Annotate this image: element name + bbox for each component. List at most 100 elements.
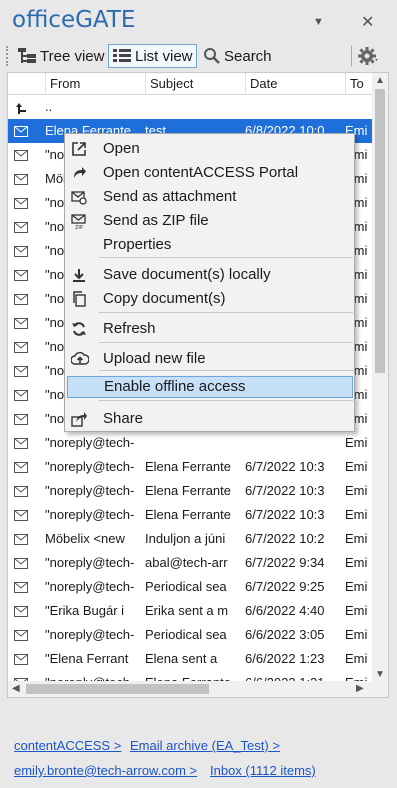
cell-to: Emi [345,555,368,570]
search-button[interactable]: Search [200,44,275,68]
tree-view-icon [18,48,36,63]
search-label: Search [224,47,272,65]
cell-from: "noreply@tech- [45,483,135,498]
mail-attachment-icon [71,189,87,205]
menu-item-copy-document-s[interactable]: Copy document(s) [67,288,353,310]
app-title: officeGATE [12,7,136,33]
table-row[interactable]: Möbelix <new Induljon a júni 6/7/2022 10:2… [8,527,374,551]
breadcrumb-mailbox[interactable]: emily.bronte@tech-arrow.com > [14,763,197,778]
pane-menu-button[interactable]: ▼ [313,16,324,28]
table-row[interactable]: "noreply@tech- Elena Ferrante 6/7/2022 10:… [8,479,374,503]
tree-view-label: Tree view [40,47,105,65]
vertical-scroll-thumb[interactable] [375,89,385,373]
cell-subject: abal@tech-arr [145,555,228,570]
breadcrumb-email-archive[interactable]: Email archive (EA_Test) > [130,738,280,753]
mail-icon [12,623,30,647]
cell-subject: Elena sent a [145,651,218,666]
toolbar: Tree view List view Search [0,42,397,70]
cell-date: 6/7/2022 10:3 [245,459,325,474]
scroll-up-icon[interactable]: ▲ [375,75,385,86]
mail-icon [12,383,30,407]
horizontal-scroll-thumb[interactable] [26,684,209,694]
cell-date: 6/7/2022 9:25 [245,579,325,594]
menu-item-label: Open [103,140,140,157]
list-view-label: List view [135,47,193,65]
header-icon-column[interactable] [8,73,45,95]
menu-separator [99,312,353,313]
table-row[interactable]: "noreply@tech-abal@tech-arr 6/7/2022 9:34… [8,551,374,575]
cell-to: Emi [345,579,368,594]
table-row[interactable]: "noreply@tech- Periodical sea 6/6/2022 3:0… [8,623,374,647]
svg-text:ZIP: ZIP [75,225,83,229]
header-subject[interactable]: Subject [145,73,245,95]
mail-icon [12,167,30,191]
table-row[interactable]: "Elena Ferrant Elena sent a 6/6/2022 1:23 E… [8,647,374,671]
close-button[interactable]: ✕ [361,12,374,32]
scroll-left-icon[interactable]: ◀ [12,683,20,694]
mail-icon [12,551,30,575]
context-menu: Open Open contentACCESS Portal Send as att… [64,133,355,432]
settings-button[interactable] [354,44,382,68]
breadcrumb-inbox[interactable]: Inbox (1112 items) [210,763,316,778]
scroll-right-icon[interactable]: ▶ [356,683,364,694]
cell-to: Emi [345,435,368,450]
cell-date: 6/7/2022 10:2 [245,531,325,546]
breadcrumb-contentaccess[interactable]: contentACCESS > [14,738,121,753]
cell-date: 6/7/2022 10:3 [245,483,325,498]
table-row[interactable]: "noreply@tech- Elena Ferrante 6/7/2022 10:… [8,503,374,527]
mail-icon [12,407,30,431]
cell-subject: Periodical sea [145,579,227,594]
menu-item-properties[interactable]: Properties [67,234,353,256]
menu-item-send-as-attachment[interactable]: Send as attachment [67,186,353,208]
copy-icon [71,291,87,307]
up-folder-label: .. [45,99,53,114]
header-to[interactable]: To [345,73,374,95]
table-row[interactable]: "noreply@tech- Periodical sea 6/7/2022 9:2… [8,575,374,599]
mail-icon [12,335,30,359]
menu-item-label: Enable offline access [104,378,246,395]
vertical-scrollbar[interactable]: ▲ ▼ [372,73,388,683]
cell-from: "Elena Ferrant [45,651,129,666]
menu-item-enable-offline-access[interactable]: Enable offline access [67,376,353,398]
menu-item-upload-new-file[interactable]: Upload new file [67,348,353,370]
download-icon [71,267,87,283]
menu-item-refresh[interactable]: Refresh [67,318,353,340]
menu-item-label: Refresh [103,320,156,337]
cell-date [245,431,341,455]
cell-subject: Induljon a júni [145,531,226,546]
header-date[interactable]: Date [245,73,345,95]
menu-item-label: Upload new file [103,350,206,367]
table-row[interactable]: "noreply@tech- Elena Ferrante 6/7/2022 10:… [8,455,374,479]
mail-icon [12,311,30,335]
horizontal-scrollbar[interactable]: ◀ ▶ [8,681,374,697]
menu-item-share[interactable]: Share [67,408,353,430]
scroll-down-icon[interactable]: ▼ [375,669,385,680]
mail-zip-icon: ZIP [71,213,87,231]
cell-subject: Periodical sea [145,627,227,642]
menu-item-open[interactable]: Open [67,138,353,160]
table-row[interactable]: "noreply@tech- Emi [8,431,374,455]
list-view-button[interactable]: List view [108,44,197,68]
list-view-icon [113,49,131,62]
mail-icon [12,647,30,671]
arrow-forward-icon [71,165,87,181]
cell-subject: Elena Ferrante [145,459,231,474]
cell-date: 6/7/2022 10:3 [245,507,325,522]
cell-from: Möbelix <new [45,531,125,546]
menu-item-send-as-zip-file[interactable]: ZIP Send as ZIP file [67,210,353,232]
up-folder-row[interactable]: .. [8,95,374,119]
menu-item-save-document-s-locally[interactable]: Save document(s) locally [67,264,353,286]
header-from[interactable]: From [45,73,145,95]
tree-view-button[interactable]: Tree view [14,44,107,68]
mail-icon [12,455,30,479]
cell-from: "noreply@tech- [45,435,135,450]
menu-item-open-contentaccess-portal[interactable]: Open contentACCESS Portal [67,162,353,184]
cell-to: Emi [345,603,368,618]
mail-icon [12,287,30,311]
mail-icon [12,575,30,599]
refresh-icon [71,321,87,337]
cloud-upload-icon [70,351,90,367]
table-row[interactable]: "Erika Bugár i Erika sent a m 6/6/2022 4:4… [8,599,374,623]
mail-icon [12,191,30,215]
gear-icon [358,47,378,65]
